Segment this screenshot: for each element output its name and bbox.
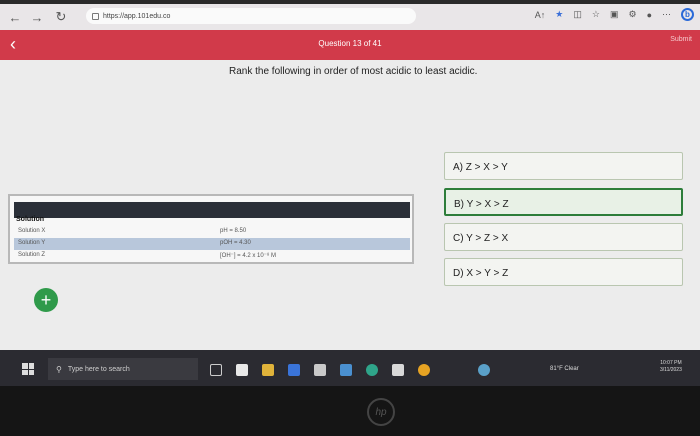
clock[interactable]: 10:07 PM 3/11/2023 <box>660 360 682 374</box>
row-label: Solution Z <box>18 252 46 258</box>
clock-date: 3/11/2023 <box>660 367 682 373</box>
answer-label: D) X > Y > Z <box>453 268 509 279</box>
task-view-icon[interactable] <box>210 364 222 376</box>
reload-icon[interactable]: ↻ <box>50 6 72 28</box>
more-menu-icon[interactable]: ⋯ <box>662 9 671 20</box>
profile-icon[interactable]: ● <box>647 10 652 20</box>
taskbar-search[interactable]: ⚲ Type here to search <box>48 358 198 380</box>
file-explorer-icon[interactable] <box>262 364 274 376</box>
weather-text[interactable]: 81°F Clear <box>550 366 579 372</box>
browser-toolbar: ← → ↻ https://app.101edu.co A↑ ★ ◫ ☆ ▣ ⚙… <box>0 4 700 30</box>
search-placeholder: Type here to search <box>67 365 130 373</box>
app-icon[interactable] <box>478 364 490 376</box>
browser-actions: A↑ ★ ◫ ☆ ▣ ⚙ ● ⋯ b <box>535 8 694 21</box>
solution-table: Solution Solution X pH = 8.50 Solution Y… <box>8 194 414 264</box>
store-icon[interactable] <box>288 364 300 376</box>
read-aloud-icon[interactable]: A↑ <box>535 10 546 20</box>
windows-start-icon[interactable] <box>22 363 34 375</box>
question-content: Rank the following in order of most acid… <box>0 60 700 350</box>
hp-logo-icon: hp <box>367 398 395 426</box>
answer-option-a[interactable]: A) Z > X > Y <box>444 152 683 180</box>
search-icon: ⚲ <box>56 364 62 374</box>
answer-label: C) Y > Z > X <box>453 233 509 244</box>
row-label: Solution X <box>18 228 46 234</box>
laptop-bezel: hp <box>0 386 700 436</box>
add-button[interactable]: + <box>34 288 58 312</box>
question-counter: Question 13 of 41 <box>318 39 382 48</box>
bing-icon[interactable]: b <box>681 8 694 21</box>
edge-icon[interactable] <box>366 364 378 376</box>
address-bar[interactable]: https://app.101edu.co <box>86 8 416 24</box>
favorite-star-icon[interactable]: ★ <box>555 9 563 20</box>
app-icon[interactable] <box>340 364 352 376</box>
back-arrow-icon[interactable]: ← <box>4 6 26 28</box>
question-prompt: Rank the following in order of most acid… <box>229 66 478 77</box>
url-text: https://app.101edu.co <box>103 12 171 20</box>
collections-icon[interactable]: ▣ <box>610 9 619 20</box>
table-row: Solution X pH = 8.50 <box>14 226 410 238</box>
answer-label: A) Z > X > Y <box>453 162 508 173</box>
answer-option-d[interactable]: D) X > Y > Z <box>444 258 683 286</box>
split-screen-icon[interactable]: ◫ <box>573 9 582 20</box>
table-row: Solution Z [OH⁻] = 4.2 x 10⁻⁸ M <box>14 250 410 262</box>
row-value: [OH⁻] = 4.2 x 10⁻⁸ M <box>220 253 277 259</box>
chrome-icon[interactable] <box>418 364 430 376</box>
row-label: Solution Y <box>18 240 46 246</box>
table-header-label: Solution <box>16 216 44 223</box>
favorites-icon[interactable]: ☆ <box>592 9 600 20</box>
clock-time: 10:07 PM <box>660 360 682 366</box>
screen: ← → ↻ https://app.101edu.co A↑ ★ ◫ ☆ ▣ ⚙… <box>0 0 700 436</box>
table-row: Solution Y pOH = 4.30 <box>14 238 410 250</box>
extensions-icon[interactable]: ⚙ <box>628 9 636 20</box>
submit-button[interactable]: Submit <box>670 36 692 43</box>
app-header: ‹ Question 13 of 41 Submit <box>0 30 700 60</box>
app-icon[interactable] <box>236 364 248 376</box>
taskbar: ⚲ Type here to search 81°F Clear 10:07 P… <box>0 350 700 386</box>
app-icon[interactable] <box>392 364 404 376</box>
app-icon[interactable] <box>314 364 326 376</box>
table-header-bar <box>14 202 410 218</box>
answer-label: B) Y > X > Z <box>454 199 509 210</box>
forward-arrow-icon[interactable]: → <box>26 6 48 28</box>
row-value: pH = 8.50 <box>220 228 247 234</box>
lock-icon <box>92 12 99 20</box>
answer-option-c[interactable]: C) Y > Z > X <box>444 223 683 251</box>
answer-option-b[interactable]: B) Y > X > Z <box>444 188 683 216</box>
row-value: pOH = 4.30 <box>220 240 251 246</box>
